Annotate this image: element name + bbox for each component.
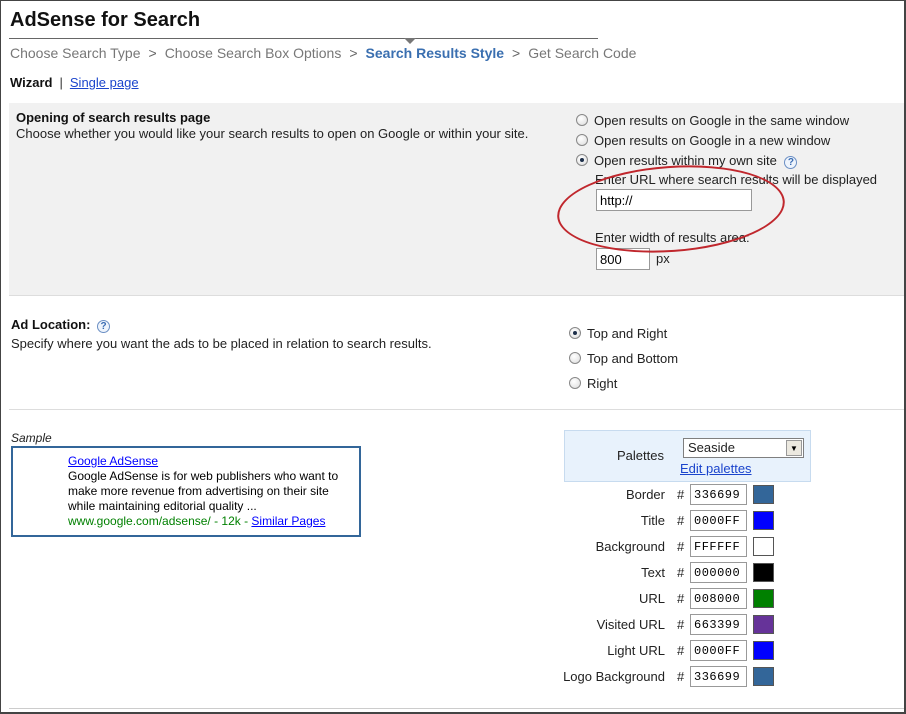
- sample-ad-preview: Google AdSense Google AdSense is for web…: [11, 446, 361, 537]
- color-hex-input-background[interactable]: [690, 536, 747, 557]
- breadcrumb-separator: >: [349, 45, 358, 61]
- bottom-divider: [9, 708, 904, 709]
- page-title: AdSense for Search: [10, 9, 201, 31]
- open-new-window-radio[interactable]: [576, 134, 588, 146]
- color-swatch-text[interactable]: [753, 563, 774, 582]
- breadcrumb-separator: >: [512, 45, 521, 61]
- color-row-light-url: Light URL #: [560, 640, 790, 662]
- open-own-site-radio[interactable]: [576, 154, 588, 166]
- color-swatch-visited-url[interactable]: [753, 615, 774, 634]
- color-row-border: Border #: [560, 484, 790, 506]
- ad-location-right-option[interactable]: Right: [569, 376, 617, 391]
- color-label-logo-background: Logo Background: [563, 669, 665, 684]
- color-label-background: Background: [595, 539, 665, 554]
- edit-palettes-link[interactable]: Edit palettes: [680, 461, 752, 476]
- hash-symbol: #: [677, 669, 685, 684]
- opening-section-title: Opening of search results page: [16, 110, 211, 125]
- hash-symbol: #: [677, 539, 685, 554]
- color-label-title: Title: [640, 513, 665, 528]
- ad-location-help-icon[interactable]: ?: [97, 320, 111, 333]
- title-divider: [9, 38, 598, 39]
- color-swatch-logo-background[interactable]: [753, 667, 774, 686]
- open-same-window-radio[interactable]: [576, 114, 588, 126]
- similar-pages-link[interactable]: Similar Pages: [251, 514, 325, 528]
- ad-location-top-bottom-label: Top and Bottom: [587, 351, 679, 366]
- wizard-mode-label: Wizard: [10, 75, 53, 90]
- current-step-caret-icon: [404, 38, 416, 44]
- ad-location-description: Specify where you want the ads to be pla…: [11, 336, 432, 351]
- color-row-url: URL #: [560, 588, 790, 610]
- sample-ad-text: Google AdSense is for web publishers who…: [68, 469, 339, 513]
- palette-select-value: Seaside: [688, 440, 735, 455]
- open-same-window-option[interactable]: Open results on Google in the same windo…: [576, 113, 849, 128]
- ad-location-title: Ad Location: ?: [11, 317, 111, 333]
- color-swatch-title[interactable]: [753, 511, 774, 530]
- palettes-label: Palettes: [617, 448, 664, 463]
- sample-ad-url: www.google.com/adsense/ - 12k -: [68, 514, 252, 528]
- hash-symbol: #: [677, 591, 685, 606]
- color-swatch-background[interactable]: [753, 537, 774, 556]
- color-label-border: Border: [625, 487, 665, 502]
- ad-location-title-text: Ad Location:: [11, 317, 91, 332]
- breadcrumb-step-choose-search-type[interactable]: Choose Search Type: [10, 45, 141, 61]
- breadcrumb-step-get-search-code[interactable]: Get Search Code: [528, 45, 636, 61]
- color-hex-input-title[interactable]: [690, 510, 747, 531]
- ad-location-top-bottom-option[interactable]: Top and Bottom: [569, 351, 678, 366]
- palette-select[interactable]: Seaside ▼: [683, 438, 804, 458]
- color-hex-input-url[interactable]: [690, 588, 747, 609]
- open-new-window-option[interactable]: Open results on Google in a new window: [576, 133, 830, 148]
- sample-ad-title-link[interactable]: Google AdSense: [68, 454, 158, 468]
- open-new-window-label: Open results on Google in a new window: [594, 133, 831, 148]
- color-hex-input-logo-background[interactable]: [690, 666, 747, 687]
- mode-divider: |: [59, 75, 63, 90]
- hash-symbol: #: [677, 643, 685, 658]
- color-label-light-url: Light URL: [607, 643, 665, 658]
- breadcrumb-step-choose-search-box-options[interactable]: Choose Search Box Options: [165, 45, 342, 61]
- chevron-down-icon[interactable]: ▼: [786, 440, 802, 456]
- breadcrumb-separator: >: [148, 45, 157, 61]
- breadcrumb-step-search-results-style: Search Results Style: [365, 45, 505, 61]
- ad-location-right-label: Right: [587, 376, 618, 391]
- color-label-text: Text: [641, 565, 665, 580]
- color-hex-input-text[interactable]: [690, 562, 747, 583]
- palettes-panel: Palettes Seaside ▼ Edit palettes: [564, 430, 811, 482]
- color-row-text: Text #: [560, 562, 790, 584]
- color-row-background: Background #: [560, 536, 790, 558]
- color-label-url: URL: [638, 591, 665, 606]
- color-label-visited-url: Visited URL: [596, 617, 665, 632]
- ad-location-right-radio[interactable]: [569, 377, 581, 389]
- breadcrumb: Choose Search Type > Choose Search Box Opt…: [10, 45, 636, 61]
- mode-switcher: Wizard | Single page: [10, 75, 139, 90]
- ad-location-top-right-option[interactable]: Top and Right: [569, 326, 667, 341]
- hash-symbol: #: [677, 617, 685, 632]
- color-hex-input-light-url[interactable]: [690, 640, 747, 661]
- section-divider: [9, 409, 904, 410]
- sample-heading: Sample: [11, 431, 52, 445]
- ad-location-top-right-label: Top and Right: [587, 326, 668, 341]
- ad-location-top-right-radio[interactable]: [569, 327, 581, 339]
- color-row-logo-background: Logo Background #: [560, 666, 790, 688]
- opening-section-description: Choose whether you would like your searc…: [16, 126, 529, 141]
- hash-symbol: #: [677, 513, 685, 528]
- color-row-visited-url: Visited URL #: [560, 614, 790, 636]
- color-hex-input-visited-url[interactable]: [690, 614, 747, 635]
- open-same-window-label: Open results on Google in the same windo…: [594, 113, 850, 128]
- hash-symbol: #: [677, 565, 685, 580]
- color-swatch-light-url[interactable]: [753, 641, 774, 660]
- results-width-unit: px: [656, 251, 670, 266]
- color-swatch-url[interactable]: [753, 589, 774, 608]
- color-hex-input-border[interactable]: [690, 484, 747, 505]
- single-page-link[interactable]: Single page: [70, 75, 139, 90]
- hash-symbol: #: [677, 487, 685, 502]
- open-own-site-help-icon[interactable]: ?: [784, 156, 798, 169]
- color-swatch-border[interactable]: [753, 485, 774, 504]
- ad-location-top-bottom-radio[interactable]: [569, 352, 581, 364]
- color-row-title: Title #: [560, 510, 790, 532]
